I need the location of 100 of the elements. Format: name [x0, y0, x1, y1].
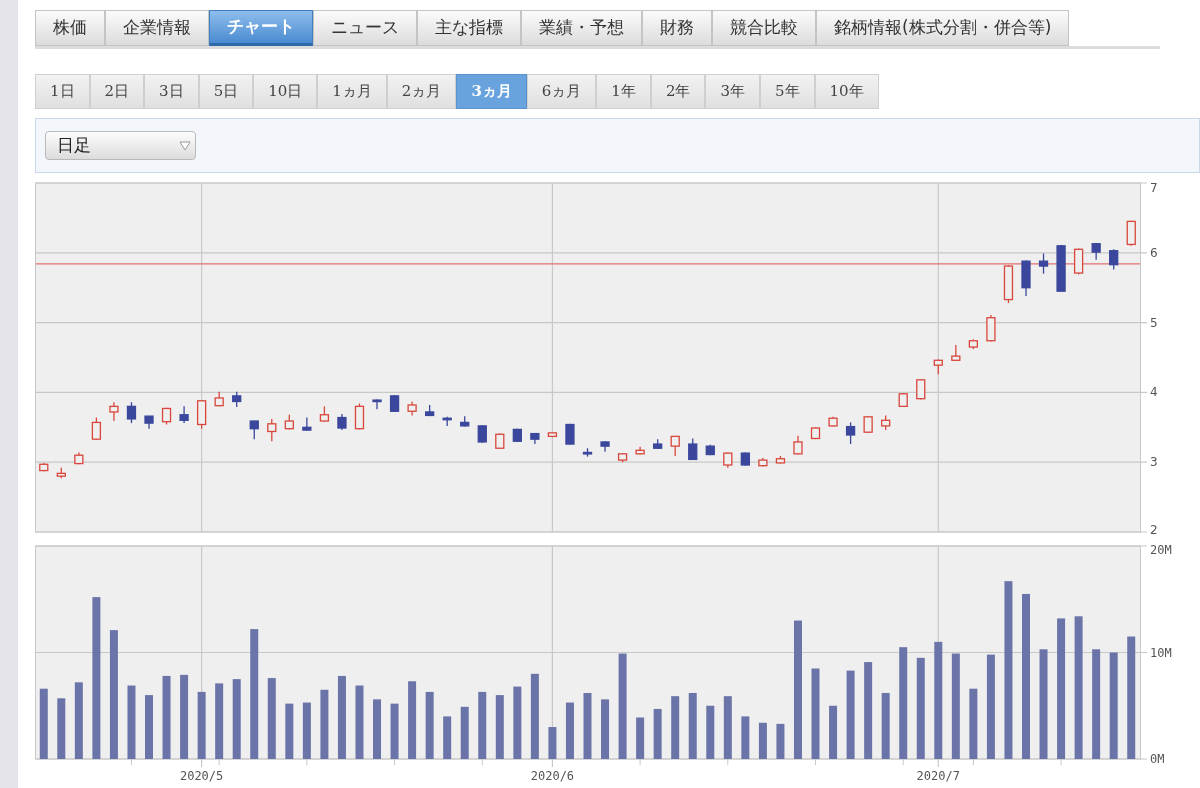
period-tab[interactable]: 2ヵ月 [386, 74, 457, 109]
volume-bar [829, 705, 838, 759]
candle [74, 451, 84, 465]
period-tab[interactable]: 1ヵ月 [317, 74, 387, 109]
axis-label: 6 [1150, 245, 1158, 260]
period-tab[interactable]: 10日 [253, 74, 318, 109]
tab[interactable]: 財務 [642, 10, 712, 46]
period-tab[interactable]: 6ヵ月 [526, 74, 597, 109]
candle [460, 415, 470, 428]
volume-bar [548, 727, 557, 759]
candle [1091, 242, 1101, 261]
candle [425, 404, 435, 417]
tab[interactable]: 業績・予想 [521, 10, 642, 46]
candle [898, 392, 908, 408]
candle [530, 432, 540, 445]
axis-label: 20M [1150, 543, 1172, 557]
candle [916, 378, 926, 401]
candle [968, 338, 978, 350]
candle [267, 418, 277, 442]
candle [1109, 248, 1119, 271]
axis-label: 7 [1150, 181, 1158, 195]
candle [758, 457, 768, 468]
volume-bar [758, 722, 767, 759]
axis-label: 4 [1150, 385, 1158, 400]
period-tab[interactable]: 2年 [650, 74, 706, 109]
volume-bar [302, 702, 311, 759]
candle [1038, 252, 1049, 275]
volume-bar [776, 723, 785, 759]
candle [863, 415, 873, 434]
candle [600, 440, 610, 453]
candle [582, 447, 593, 458]
volume-bar [741, 716, 750, 759]
volume-bar [460, 706, 469, 759]
tab[interactable]: 主な指標 [417, 10, 521, 46]
tab[interactable]: 競合比較 [712, 10, 816, 46]
period-tab[interactable]: 3日 [144, 74, 199, 109]
candle [951, 344, 961, 362]
candle [214, 391, 224, 407]
candle [793, 435, 803, 456]
candle [881, 414, 891, 431]
candle [565, 423, 575, 446]
volume-bar [197, 691, 206, 759]
period-tab[interactable]: 2日 [89, 74, 145, 109]
axis-label: 5 [1150, 315, 1158, 330]
volume-bar [583, 692, 592, 759]
candle [144, 415, 154, 430]
candle [179, 405, 189, 424]
period-tab[interactable]: 10年 [814, 74, 879, 109]
candle [1073, 247, 1084, 276]
volume-bar [636, 717, 645, 759]
period-tab[interactable]: 3年 [705, 74, 760, 109]
volume-bar [881, 692, 890, 759]
tab[interactable]: 銘柄情報(株式分割・併合等) [816, 10, 1070, 46]
candle [635, 446, 645, 456]
candle [232, 391, 242, 408]
tab[interactable]: 企業情報 [105, 10, 209, 46]
volume-bar [495, 695, 504, 759]
period-tab[interactable]: 5日 [198, 74, 254, 109]
candle [477, 424, 487, 444]
volume-bar [320, 689, 329, 759]
candle [495, 432, 505, 450]
candle [109, 401, 119, 422]
candle [547, 431, 558, 438]
volume-bar [653, 708, 662, 759]
candle [249, 420, 259, 440]
candle [1056, 244, 1066, 292]
candle [319, 405, 330, 423]
interval-select[interactable]: 日足 [45, 131, 196, 160]
tab[interactable]: ニュース [313, 10, 417, 46]
axis-label: 10M [1150, 645, 1172, 660]
candle [810, 426, 821, 440]
volume-bar [601, 699, 610, 759]
volume-bar [145, 695, 153, 759]
volume-bar [706, 705, 715, 759]
period-tab[interactable]: 5年 [760, 74, 815, 109]
volume-bar [390, 703, 399, 759]
volume-bar [285, 703, 294, 759]
candle [354, 402, 365, 431]
volume-bar [57, 698, 66, 759]
volume-bar [425, 691, 434, 759]
axis-label: 2020/6 [530, 769, 575, 783]
candle [933, 358, 943, 375]
period-tab[interactable]: 1日 [35, 74, 90, 109]
candle [705, 444, 715, 456]
candle [723, 451, 733, 469]
candle [775, 455, 786, 465]
candle [688, 437, 698, 461]
candle [161, 407, 172, 426]
candle [1126, 220, 1136, 247]
period-tab[interactable]: 1年 [596, 74, 651, 109]
candle [512, 428, 522, 443]
candle [740, 451, 750, 467]
volume-bar [39, 688, 48, 759]
candle [302, 416, 312, 432]
candle [56, 467, 66, 479]
candle [653, 438, 663, 450]
candle [986, 314, 996, 343]
tab[interactable]: 株価 [35, 10, 105, 46]
candle [828, 416, 838, 428]
candle [1021, 259, 1031, 297]
